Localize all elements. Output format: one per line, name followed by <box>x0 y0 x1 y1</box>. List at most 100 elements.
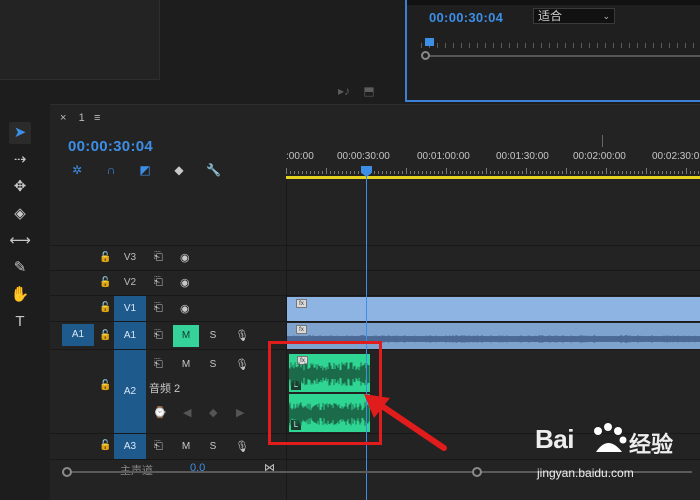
lock-icon[interactable]: 🔓 <box>99 380 111 391</box>
eye-icon[interactable]: ◉ <box>180 251 190 264</box>
panel-menu-icon[interactable]: ≡ <box>94 112 100 124</box>
ruler-tick <box>506 171 507 174</box>
ruler-tick <box>694 171 695 174</box>
ruler-tick <box>582 171 583 174</box>
track-name[interactable]: A3 <box>114 434 146 459</box>
time-ruler[interactable]: :00:00 00:00:30:00 00:01:00:00 00:01:30:… <box>286 145 700 179</box>
ruler-tick <box>614 171 615 174</box>
track-name[interactable]: V3 <box>114 246 146 270</box>
source-patch-a1[interactable]: A1 <box>62 324 94 346</box>
microphone-icon[interactable]: 🎙 <box>235 440 249 453</box>
ruler-tick <box>306 171 307 174</box>
lock-icon[interactable]: 🔓 <box>99 302 111 313</box>
track-header-v3[interactable]: 🔓 V3 ⎗ ◉ <box>50 245 286 270</box>
wrench-icon[interactable]: 🔧 <box>206 163 221 177</box>
mute-button[interactable]: M <box>173 354 199 376</box>
track-header-v2[interactable]: 🔓 V2 ⎗ ◉ <box>50 270 286 295</box>
video-clip[interactable]: fx <box>287 297 700 321</box>
track-name[interactable]: V1 <box>114 296 146 321</box>
eye-icon[interactable]: ◉ <box>180 302 190 315</box>
nest-sequence-icon[interactable]: ✲ <box>70 163 84 177</box>
track-lane-v1[interactable]: fx <box>287 295 700 321</box>
solo-button[interactable]: S <box>200 354 226 376</box>
program-mini-ruler[interactable] <box>421 40 700 48</box>
selection-tool-icon[interactable]: ➤ <box>9 122 31 144</box>
add-marker-icon[interactable]: ◆ <box>172 163 186 177</box>
sync-lock-icon[interactable]: ⎗ <box>154 440 163 453</box>
sync-lock-icon[interactable]: ⎗ <box>154 358 163 371</box>
ruler-tick <box>645 43 646 48</box>
fit-dropdown[interactable]: 适合 ⌄ <box>533 8 615 24</box>
sync-lock-icon[interactable]: ⎗ <box>154 251 163 264</box>
ruler-tick <box>605 43 606 48</box>
track-header-v1[interactable]: 🔓 V1 ⎗ ◉ <box>50 295 286 321</box>
zoom-handle-left[interactable] <box>62 467 72 477</box>
hand-tool-icon[interactable]: ✋ <box>9 284 31 306</box>
eye-icon[interactable]: ◉ <box>180 276 190 289</box>
mute-button[interactable]: M <box>173 436 199 458</box>
ruler-tick <box>629 43 630 48</box>
ruler-tick <box>538 171 539 174</box>
mute-button[interactable]: M <box>173 325 199 347</box>
pen-tool-icon[interactable]: ✎ <box>9 257 31 279</box>
sync-lock-icon[interactable]: ⎗ <box>154 329 163 342</box>
track-name[interactable]: A1 <box>114 322 146 349</box>
ruler-tick <box>462 171 463 174</box>
track-name[interactable]: A2 <box>114 350 146 433</box>
linked-selection-icon[interactable]: ◩ <box>138 163 152 177</box>
snap-magnet-icon[interactable]: ∩ <box>104 163 118 177</box>
program-zoom-handle[interactable] <box>421 51 430 60</box>
sync-lock-icon[interactable]: ⎗ <box>154 276 163 289</box>
ruler-tick <box>698 171 699 174</box>
close-tab-icon[interactable]: × <box>60 112 66 124</box>
lock-icon[interactable]: 🔓 <box>99 252 111 263</box>
ruler-tick <box>637 43 638 48</box>
program-monitor[interactable]: 00:00:30:04 适合 ⌄ <box>405 0 700 102</box>
track-header-a2[interactable]: 🔓 A2 ⎗ M S 🎙 音频 2 ⌚ ◀ ◆ ▶ <box>50 349 286 433</box>
timeline-timecode[interactable]: 00:00:30:04 <box>68 138 153 155</box>
export-frame-icon[interactable]: ▸♪ <box>338 84 350 98</box>
sequence-tab[interactable]: × 1 ≡ <box>60 112 100 124</box>
ruler-label: 00:01:00:00 <box>417 151 470 162</box>
type-tool-icon[interactable]: T <box>9 311 31 333</box>
microphone-icon[interactable]: 🎙 <box>235 358 249 371</box>
ruler-tick <box>346 171 347 174</box>
slip-tool-icon[interactable]: ⟷ <box>9 230 31 252</box>
track-header-a1[interactable]: A1 🔓 A1 ⎗ M S 🎙 <box>50 321 286 349</box>
microphone-icon[interactable]: 🎙 <box>235 329 249 342</box>
track-header-a3[interactable]: 🔓 A3 ⎗ M S 🎙 <box>50 433 286 459</box>
prev-keyframe-icon[interactable]: ◀ <box>183 406 191 419</box>
ruler-tick <box>534 171 535 174</box>
ruler-tick <box>662 171 663 174</box>
ruler-tick <box>670 171 671 174</box>
track-name[interactable]: V2 <box>114 271 146 295</box>
next-keyframe-icon[interactable]: ▶ <box>236 406 244 419</box>
ruler-tick <box>501 43 502 48</box>
insert-icon[interactable]: ⬒ <box>363 84 374 98</box>
fit-dropdown-value: 适合 <box>538 9 563 23</box>
ruler-tick <box>402 171 403 174</box>
keyframe-toggle-icon[interactable]: ⌚ <box>153 406 167 419</box>
lock-icon[interactable]: 🔓 <box>99 277 111 288</box>
track-lane-v2[interactable] <box>287 270 700 295</box>
zoom-handle-right[interactable] <box>472 467 482 477</box>
add-keyframe-icon[interactable]: ◆ <box>209 406 217 419</box>
ruler-tick <box>318 171 319 174</box>
razor-tool-icon[interactable]: ◈ <box>9 203 31 225</box>
lock-icon[interactable]: 🔓 <box>99 330 111 341</box>
track-select-forward-icon[interactable]: ⇢ <box>9 149 31 171</box>
ruler-tick <box>598 171 599 174</box>
ripple-edit-icon[interactable]: ✥ <box>9 176 31 198</box>
program-playhead[interactable] <box>425 38 434 46</box>
solo-button[interactable]: S <box>200 436 226 458</box>
ruler-tick <box>510 171 511 174</box>
ruler-tick <box>530 171 531 174</box>
ruler-tick <box>586 171 587 174</box>
lock-icon[interactable]: 🔓 <box>99 440 111 451</box>
track-lane-v3[interactable] <box>287 245 700 270</box>
program-zoom-scrollbar[interactable] <box>425 55 700 57</box>
sync-lock-icon[interactable]: ⎗ <box>154 302 163 315</box>
program-timecode[interactable]: 00:00:30:04 <box>429 10 503 25</box>
ruler-tick <box>354 171 355 174</box>
solo-button[interactable]: S <box>200 325 226 347</box>
